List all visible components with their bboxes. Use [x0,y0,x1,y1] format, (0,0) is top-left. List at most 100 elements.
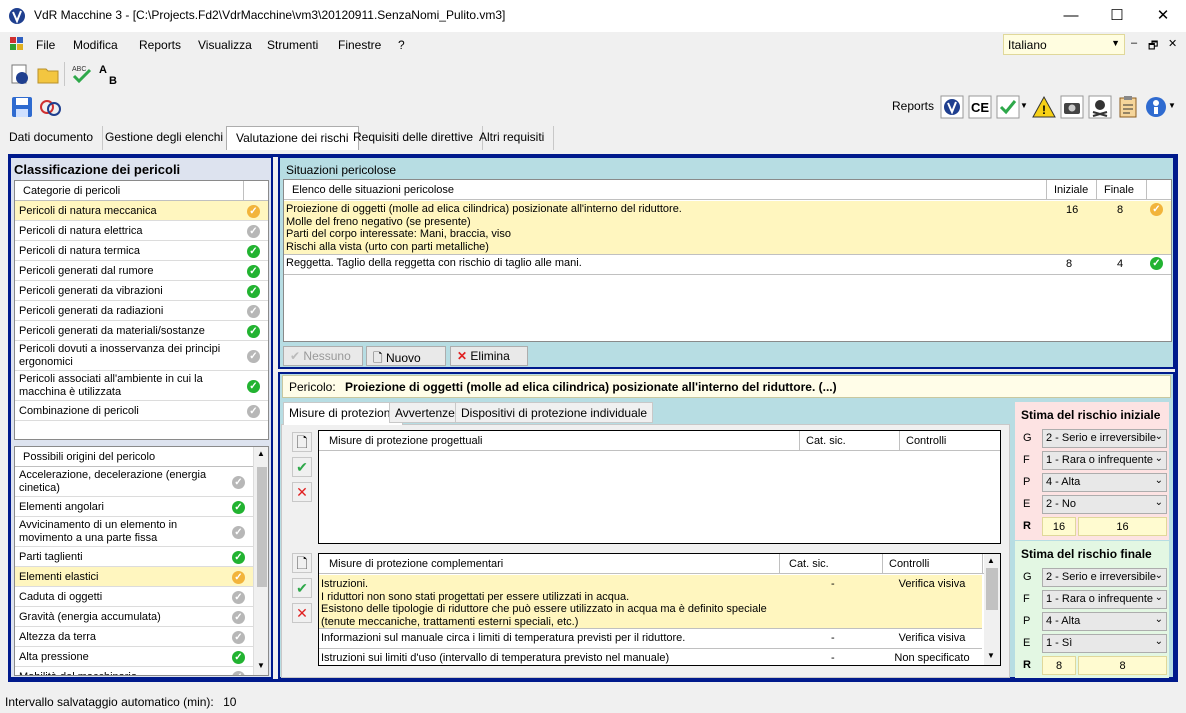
user-manual-icon[interactable] [1144,95,1168,119]
hazard-category-item[interactable]: Pericoli generati da vibrazioni ✓ [15,281,268,301]
subtab-dpi[interactable]: Dispositivi di protezione individuale [455,402,654,423]
maximize-button[interactable]: ☐ [1094,0,1140,32]
menu-modifica[interactable]: Modifica [73,38,118,52]
measure-row[interactable]: Istruzioni. I riduttori non sono stati p… [319,575,982,629]
open-folder-icon[interactable] [36,62,60,86]
skull-hazard-icon[interactable] [1088,95,1112,119]
situation-text: Proiezione di oggetti (molle ad elica ci… [286,203,682,253]
hazard-origin-item[interactable]: Accelerazione, decelerazione (energia ci… [15,467,253,497]
risk-final-g-select[interactable]: 2 - Serio e irreversibile ⌄ [1042,568,1167,587]
vdr-report-icon[interactable] [940,95,964,119]
hazard-category-item[interactable]: Pericoli di natura meccanica ✓ [15,201,268,221]
menu-help[interactable]: ? [398,38,405,52]
hazard-origin-item[interactable]: Mobilità del macchinario ✓ [15,667,253,675]
scroll-down-icon[interactable]: ▼ [987,651,995,660]
complementary-measures-grid[interactable]: Misure di protezione complementari Cat. … [318,553,1001,666]
check-icon: ✔ [290,349,301,363]
mdi-close-button[interactable]: ✕ [1168,37,1177,50]
situations-grid[interactable]: Elenco delle situazioni pericolose Inizi… [283,179,1172,342]
spellcheck-icon[interactable]: ABC [70,62,94,86]
chevron-down-icon[interactable]: ▼ [1020,101,1028,110]
situation-row[interactable]: Reggetta. Taglio della reggetta con risc… [284,255,1171,275]
checklist-icon[interactable] [996,95,1020,119]
design-measures-grid[interactable]: Misure di protezione progettuali Cat. si… [318,430,1001,544]
remove-measure-button[interactable]: ✕ [292,482,312,502]
hazard-origin-item[interactable]: Elementi angolari ✓ [15,497,253,517]
warning-icon[interactable]: ! [1032,95,1056,119]
hazard-origins-list[interactable]: Possibili origini del pericolo Acceleraz… [14,446,269,676]
risk-initial-g-select[interactable]: 2 - Serio e irreversibile ⌄ [1042,429,1167,448]
hazard-origin-item[interactable]: Avvicinamento di un elemento in moviment… [15,517,253,547]
compl-scrollbar[interactable]: ▲ ▼ [984,554,1000,665]
risk-final-e-select[interactable]: 1 - Sì ⌄ [1042,634,1167,653]
measure-row[interactable]: Informazioni sul manuale circa i limiti … [319,629,982,649]
hazard-origin-item[interactable]: Parti taglienti ✓ [15,547,253,567]
tab-altri-requisiti[interactable]: Altri requisiti [470,126,555,150]
delete-button[interactable]: ✕ Elimina [450,346,528,366]
risk-initial-p-select[interactable]: 4 - Alta ⌄ [1042,473,1167,492]
measure-row[interactable]: Istruzioni sui limiti d'uso (intervallo … [319,649,982,665]
chevron-down-icon[interactable]: ▼ [1168,101,1176,110]
hazard-category-item[interactable]: Pericoli dovuti a inosservanza dei princ… [15,341,268,371]
subtab-avvertenze[interactable]: Avvertenze [389,402,461,423]
col-situations-list: Elenco delle situazioni pericolose [292,184,455,196]
close-button[interactable]: ✕ [1140,0,1186,32]
hazard-category-item[interactable]: Pericoli generati da materiali/sostanze ✓ [15,321,268,341]
checkmark-icon: ✔ [296,459,308,475]
status-ok-icon: ✓ [232,650,245,664]
origins-scrollbar[interactable]: ▲ ▼ [253,447,268,675]
risk-initial-e-select[interactable]: 2 - No ⌄ [1042,495,1167,514]
mdi-minimize-button[interactable]: – [1131,37,1137,49]
hazard-categories-list[interactable]: Categorie di pericoli Pericoli di natura… [14,180,269,440]
tab-requisiti-direttive[interactable]: Requisiti delle direttive [344,126,484,150]
menu-reports[interactable]: Reports [139,38,181,52]
tab-valutazione-rischi[interactable]: Valutazione dei rischi [226,126,359,150]
situation-row[interactable]: Proiezione di oggetti (molle ad elica ci… [284,201,1171,255]
scroll-up-icon[interactable]: ▲ [257,449,265,458]
hazard-origin-item[interactable]: Elementi elastici ✓ [15,567,253,587]
hazard-origin-item[interactable]: Gravità (energia accumulata) ✓ [15,607,253,627]
menu-finestre[interactable]: Finestre [338,38,381,52]
hazard-category-item[interactable]: Pericoli generati dal rumore ✓ [15,261,268,281]
measure-cat: - [831,578,835,590]
menu-file[interactable]: File [36,38,55,52]
tab-dati-documento[interactable]: Dati documento [0,126,104,150]
risk-initial-f-select[interactable]: 1 - Rara o infrequente ⌄ [1042,451,1167,470]
remove-compl-measure-button[interactable]: ✕ [292,603,312,623]
scroll-down-icon[interactable]: ▼ [257,661,265,670]
scrollbar-thumb[interactable] [257,467,267,587]
select-measure-button[interactable]: ✔ [292,457,312,477]
link-icon[interactable] [38,95,62,119]
new-document-icon[interactable] [8,62,32,86]
hazard-origin-item[interactable]: Altezza da terra ✓ [15,627,253,647]
measure-control: Non specificato [894,652,970,664]
clipboard-icon[interactable] [1116,95,1140,119]
save-icon[interactable] [10,95,34,119]
new-button[interactable]: 🗋 Nuovo [366,346,446,366]
scrollbar-thumb[interactable] [986,568,998,610]
risk-final-f-select[interactable]: 1 - Rara o infrequente ⌄ [1042,590,1167,609]
menu-strumenti[interactable]: Strumenti [267,38,318,52]
add-compl-measure-button[interactable]: 🗋 [292,553,312,573]
scroll-up-icon[interactable]: ▲ [987,556,995,565]
camera-icon[interactable] [1060,95,1084,119]
hazard-origin-item[interactable]: Alta pressione ✓ [15,647,253,667]
hazard-origin-item[interactable]: Caduta di oggetti ✓ [15,587,253,607]
add-measure-button[interactable]: 🗋 [292,432,312,452]
hazard-category-item[interactable]: Pericoli di natura elettrica ✓ [15,221,268,241]
hazard-category-item[interactable]: Combinazione di pericoli ✓ [15,401,268,421]
subtab-misure-protezione[interactable]: Misure di protezione [283,402,404,425]
hazard-category-item[interactable]: Pericoli generati da radiazioni ✓ [15,301,268,321]
risk-final-p-select[interactable]: 4 - Alta ⌄ [1042,612,1167,631]
menu-visualizza[interactable]: Visualizza [198,38,252,52]
ce-marking-icon[interactable]: CE [968,95,992,119]
language-select[interactable]: Italiano ▼ [1003,34,1125,55]
none-button[interactable]: ✔ Nessuno [283,346,363,366]
minimize-button[interactable]: — [1048,0,1094,32]
mdi-restore-button[interactable]: 🗗 [1148,37,1158,56]
translate-icon[interactable]: AB [98,62,122,87]
select-compl-measure-button[interactable]: ✔ [292,578,312,598]
hazard-category-item[interactable]: Pericoli associati all'ambiente in cui l… [15,371,268,401]
hazard-category-item[interactable]: Pericoli di natura termica ✓ [15,241,268,261]
tab-gestione-elenchi[interactable]: Gestione degli elenchi [96,126,234,150]
